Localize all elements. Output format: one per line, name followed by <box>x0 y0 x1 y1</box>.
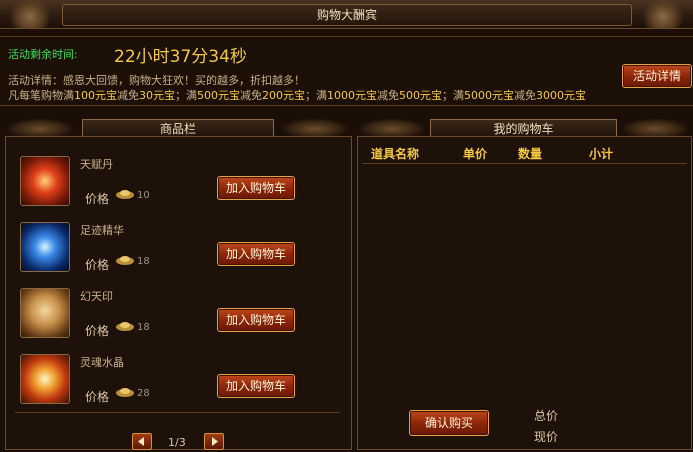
event-detail-button[interactable]: 活动详情 <box>622 64 692 88</box>
cart-panel <box>357 136 692 450</box>
cart-column-subtotal: 小计 <box>589 147 614 161</box>
event-description: 活动详情：感恩大回馈，购物大狂欢！买的越多，折扣越多！ <box>8 74 305 87</box>
next-page-button[interactable] <box>204 433 224 450</box>
timer-label: 活动剩余时间: <box>8 48 78 61</box>
rule-mid: 减免 <box>514 89 536 102</box>
rule-sep: ；满 <box>305 89 327 102</box>
add-to-cart-button[interactable]: 加入购物车 <box>217 374 295 398</box>
discount-rules: 凡每笔购物满100元宝减免30元宝；满500元宝减免200元宝；满1000元宝减… <box>8 87 586 103</box>
ornament-icon <box>280 118 350 136</box>
current-price-label: 现价 <box>534 430 559 444</box>
seal-box-icon[interactable] <box>20 288 70 338</box>
item-price: 18 <box>137 256 150 267</box>
dragon-ornament-left-icon <box>0 0 60 28</box>
rule-discount: 500元宝 <box>399 89 442 102</box>
rules-prefix: 凡每笔购物满 <box>8 89 74 102</box>
gold-ingot-icon <box>116 322 134 331</box>
window-title: 购物大酬宾 <box>62 4 632 26</box>
gold-ingot-icon <box>116 190 134 199</box>
rule-mid: 减免 <box>240 89 262 102</box>
item-price: 18 <box>137 322 150 333</box>
add-to-cart-button[interactable]: 加入购物车 <box>217 242 295 266</box>
cart-column-quantity: 数量 <box>518 147 543 161</box>
item-name: 天赋丹 <box>80 158 113 171</box>
red-gem-icon[interactable] <box>20 156 70 206</box>
price-label: 价格 <box>85 390 110 404</box>
fire-crystal-icon[interactable] <box>20 354 70 404</box>
price-label: 价格 <box>85 258 110 272</box>
rule-mid: 减免 <box>377 89 399 102</box>
rule-threshold: 100元宝 <box>74 89 117 102</box>
ornament-icon <box>620 118 690 136</box>
rule-sep: ；满 <box>442 89 464 102</box>
item-name: 幻天印 <box>80 290 113 303</box>
list-item: 灵魂水晶 价格 28 加入购物车 <box>15 350 343 414</box>
add-to-cart-button[interactable]: 加入购物车 <box>217 176 295 200</box>
arrow-left-icon <box>138 437 144 446</box>
price-label: 价格 <box>85 324 110 338</box>
list-item: 足迹精华 价格 18 加入购物车 <box>15 218 343 282</box>
blue-orb-icon[interactable] <box>20 222 70 272</box>
rule-sep: ；满 <box>175 89 197 102</box>
confirm-purchase-button[interactable]: 确认购买 <box>409 410 489 436</box>
page-indicator: 1/3 <box>168 436 186 449</box>
dragon-ornament-right-icon <box>633 0 693 28</box>
rule-threshold: 1000元宝 <box>327 89 377 102</box>
cart-column-unit-price: 单价 <box>463 147 488 161</box>
timer-value: 22小时37分34秒 <box>114 47 247 67</box>
rule-mid: 减免 <box>117 89 139 102</box>
rule-discount: 200元宝 <box>262 89 305 102</box>
total-price-label: 总价 <box>534 409 559 423</box>
arrow-right-icon <box>212 437 218 446</box>
list-item: 天赋丹 价格 10 加入购物车 <box>15 152 343 216</box>
divider <box>15 412 340 413</box>
list-item: 幻天印 价格 18 加入购物车 <box>15 284 343 348</box>
price-label: 价格 <box>85 192 110 206</box>
gold-ingot-icon <box>116 388 134 397</box>
rule-threshold: 500元宝 <box>197 89 240 102</box>
rule-discount: 3000元宝 <box>536 89 586 102</box>
item-price: 10 <box>137 190 150 201</box>
rule-discount: 30元宝 <box>139 89 175 102</box>
item-name: 足迹精华 <box>80 224 124 237</box>
prev-page-button[interactable] <box>132 433 152 450</box>
rule-threshold: 5000元宝 <box>464 89 514 102</box>
ornament-icon <box>357 118 427 136</box>
item-price: 28 <box>137 388 150 399</box>
cart-column-name: 道具名称 <box>371 147 420 161</box>
item-name: 灵魂水晶 <box>80 356 124 369</box>
add-to-cart-button[interactable]: 加入购物车 <box>217 308 295 332</box>
gold-ingot-icon <box>116 256 134 265</box>
ornament-icon <box>5 118 75 136</box>
